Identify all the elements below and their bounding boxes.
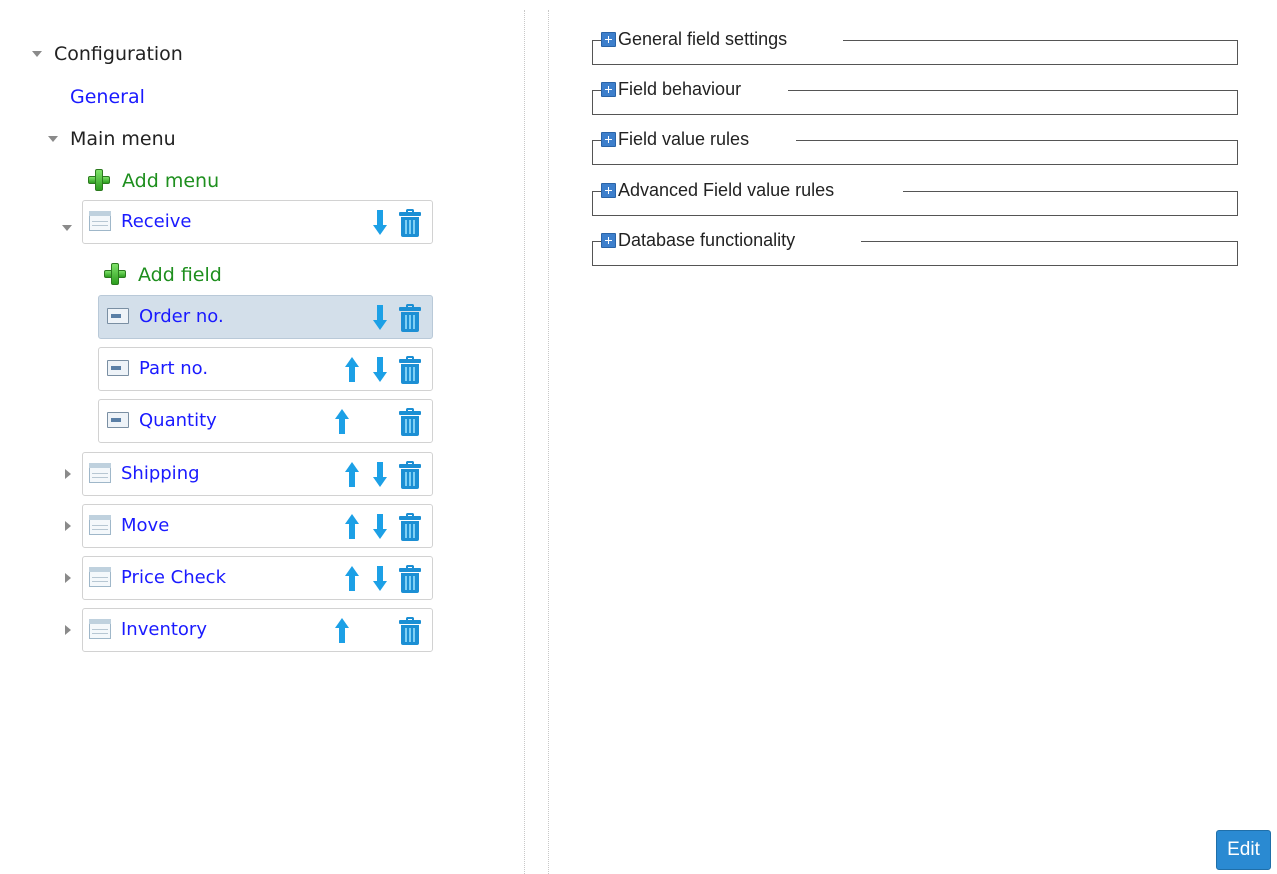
move-down-icon[interactable] [373,514,387,540]
field-label: Part no. [139,358,209,379]
general-link[interactable]: General [70,86,145,108]
move-up-icon[interactable] [335,618,349,644]
expand-plus-icon[interactable] [601,182,616,198]
menu-node-shipping[interactable]: Shipping [82,452,433,496]
expand-plus-icon[interactable] [601,232,616,248]
panel-divider [548,10,549,874]
move-down-icon[interactable] [373,566,387,592]
configuration-tree-panel: Configuration General Main menu Add menu… [0,0,525,874]
fieldset-title: Field value rules [618,128,750,149]
expand-triangle-icon[interactable] [65,625,71,635]
menu-label: Receive [121,211,192,232]
add-field-button[interactable]: Add field [104,262,264,288]
table-icon [87,566,111,588]
fieldset-legend[interactable]: Field value rules [601,128,752,150]
trash-icon[interactable] [399,304,421,332]
expand-triangle-icon[interactable] [65,573,71,583]
menu-node-receive[interactable]: Receive [82,200,433,244]
fieldset-general-field-settings: General field settings [592,28,1238,65]
field-node-order-no[interactable]: Order no. [98,295,433,339]
fieldset-title: Advanced Field value rules [618,179,835,200]
trash-icon[interactable] [399,565,421,593]
move-up-icon[interactable] [345,566,359,592]
add-field-label: Add field [138,264,222,286]
menu-label: Shipping [121,463,200,484]
expand-triangle-icon[interactable] [65,469,71,479]
menu-label: Price Check [121,567,227,588]
menu-label: Move [121,515,170,536]
expand-plus-icon[interactable] [601,81,616,97]
fieldset-legend[interactable]: Advanced Field value rules [601,179,837,201]
field-icon [107,412,129,428]
trash-icon[interactable] [399,356,421,384]
configuration-label[interactable]: Configuration [54,43,183,65]
fieldset-title: General field settings [618,28,788,49]
field-node-quantity[interactable]: Quantity [98,399,433,443]
field-icon [107,360,129,376]
expand-plus-icon[interactable] [601,131,616,147]
fieldset-advanced-field-value-rules: Advanced Field value rules [592,179,1238,216]
field-node-part-no[interactable]: Part no. [98,347,433,391]
field-label: Order no. [139,306,224,327]
fieldset-title: Field behaviour [618,78,742,99]
field-icon [107,308,129,324]
fieldset-legend[interactable]: Field behaviour [601,78,744,100]
fieldset-field-value-rules: Field value rules [592,128,1238,165]
move-up-icon[interactable] [345,462,359,488]
trash-icon[interactable] [399,461,421,489]
table-icon [87,618,111,640]
move-up-icon[interactable] [335,409,349,435]
trash-icon[interactable] [399,513,421,541]
expand-plus-icon[interactable] [601,31,616,47]
move-down-icon[interactable] [373,305,387,331]
panel-divider[interactable] [524,10,525,874]
move-down-icon[interactable] [373,462,387,488]
green-plus-icon [104,263,126,285]
add-menu-label: Add menu [122,170,220,192]
menu-node-price-check[interactable]: Price Check [82,556,433,600]
collapse-triangle-icon[interactable] [32,51,42,57]
table-icon [87,514,111,536]
green-plus-icon [88,169,110,191]
fieldset-title: Database functionality [618,229,796,250]
move-down-icon[interactable] [373,357,387,383]
fieldset-database-functionality: Database functionality [592,229,1238,266]
table-icon [87,462,111,484]
move-up-icon[interactable] [345,357,359,383]
field-label: Quantity [139,410,217,431]
expand-triangle-icon[interactable] [65,521,71,531]
menu-node-inventory[interactable]: Inventory [82,608,433,652]
main-menu-label[interactable]: Main menu [70,128,176,150]
fieldset-legend[interactable]: Database functionality [601,229,798,251]
collapse-triangle-icon[interactable] [48,136,58,142]
fieldset-field-behaviour: Field behaviour [592,78,1238,115]
trash-icon[interactable] [399,209,421,237]
move-up-icon[interactable] [345,514,359,540]
move-down-icon[interactable] [373,210,387,236]
menu-node-move[interactable]: Move [82,504,433,548]
trash-icon[interactable] [399,408,421,436]
collapse-triangle-icon[interactable] [62,225,72,231]
trash-icon[interactable] [399,617,421,645]
fieldset-legend[interactable]: General field settings [601,28,790,50]
add-menu-button[interactable]: Add menu [88,168,248,194]
table-icon [87,210,111,232]
menu-label: Inventory [121,619,207,640]
edit-button[interactable]: Edit [1216,830,1271,870]
